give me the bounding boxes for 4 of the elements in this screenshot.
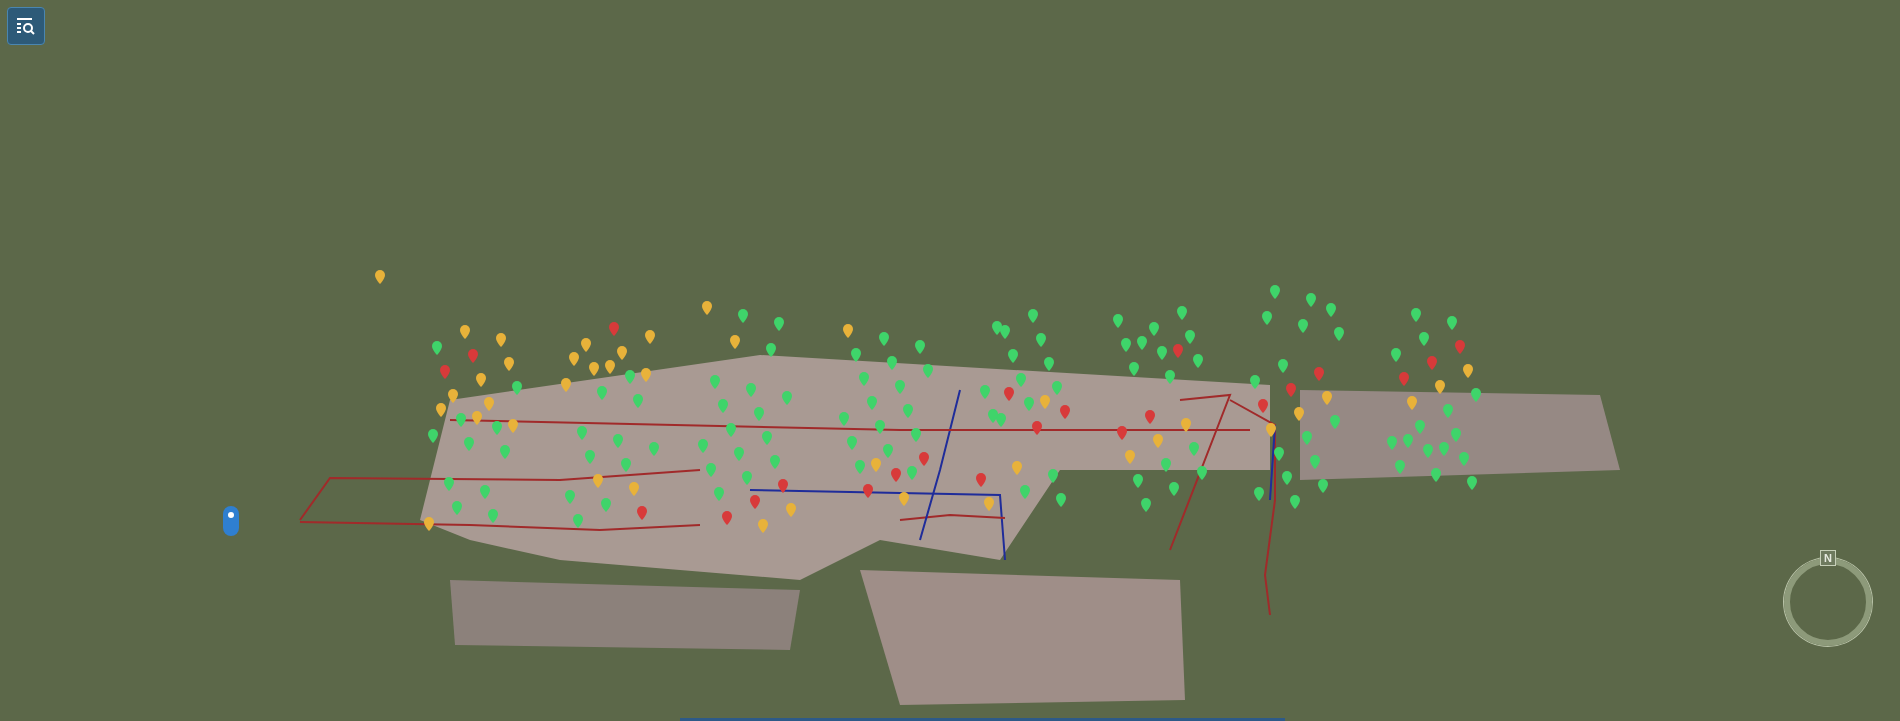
- search-list-icon: [16, 17, 36, 35]
- search-list-button[interactable]: [7, 7, 45, 45]
- north-label: N: [1820, 550, 1836, 566]
- location-marker-icon: [223, 506, 239, 536]
